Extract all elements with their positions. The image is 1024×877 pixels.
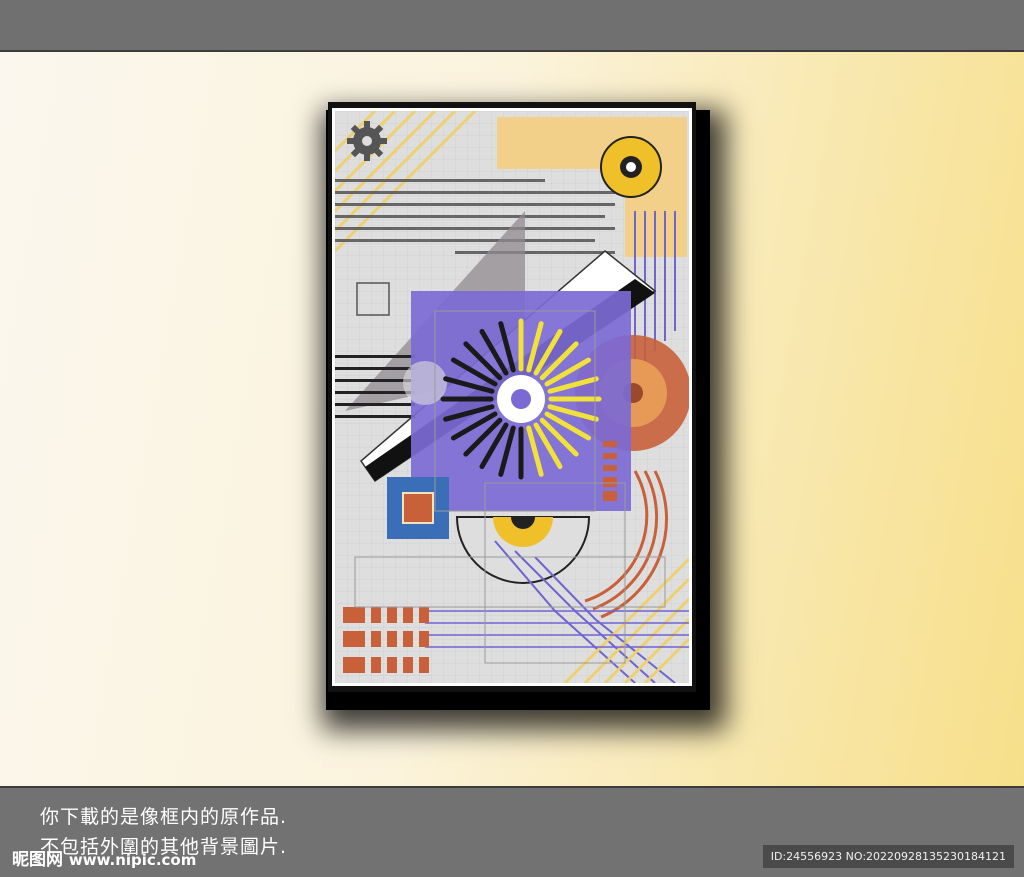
artwork bbox=[335, 111, 689, 683]
sunburst bbox=[440, 318, 602, 480]
watermark-site: www.nipic.com bbox=[68, 851, 197, 869]
top-bar bbox=[0, 0, 1024, 52]
blue-square-inner bbox=[402, 492, 434, 524]
artwork-svg bbox=[335, 111, 689, 683]
purple-notch bbox=[403, 361, 447, 405]
caption-line-1: 你下載的是像框内的原作品. bbox=[40, 806, 288, 828]
image-id-badge: ID:24556923 NO:20220928135230184121 bbox=[762, 845, 1014, 868]
picture-frame bbox=[328, 102, 696, 692]
gear-icon bbox=[347, 121, 387, 161]
yellow-circle bbox=[600, 136, 662, 198]
watermark-logo: 昵图网 www.nipic.com bbox=[12, 845, 196, 870]
watermark-brand: 昵图网 bbox=[12, 850, 63, 870]
frame-mat bbox=[332, 108, 692, 686]
